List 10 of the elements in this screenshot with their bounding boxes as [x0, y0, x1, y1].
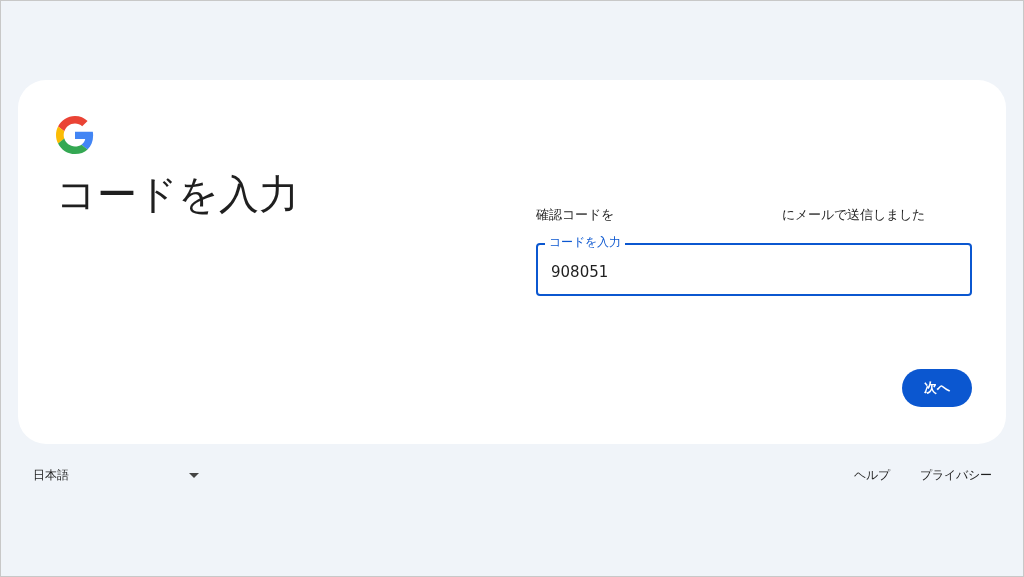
footer-link[interactable]: プライバシー — [920, 467, 992, 484]
next-button[interactable]: 次へ — [902, 369, 972, 407]
language-selector[interactable]: 日本語 — [33, 463, 199, 488]
dropdown-caret-icon — [189, 473, 199, 478]
message-text: 確認コードを — [536, 206, 614, 224]
g-logo-icon — [56, 116, 94, 154]
message-text: にメールで送信しました — [782, 206, 925, 224]
footer-link[interactable]: ヘルプ — [854, 467, 890, 484]
page-heading: コードを入力 — [56, 170, 300, 219]
field-label: コードを入力 — [545, 235, 625, 250]
